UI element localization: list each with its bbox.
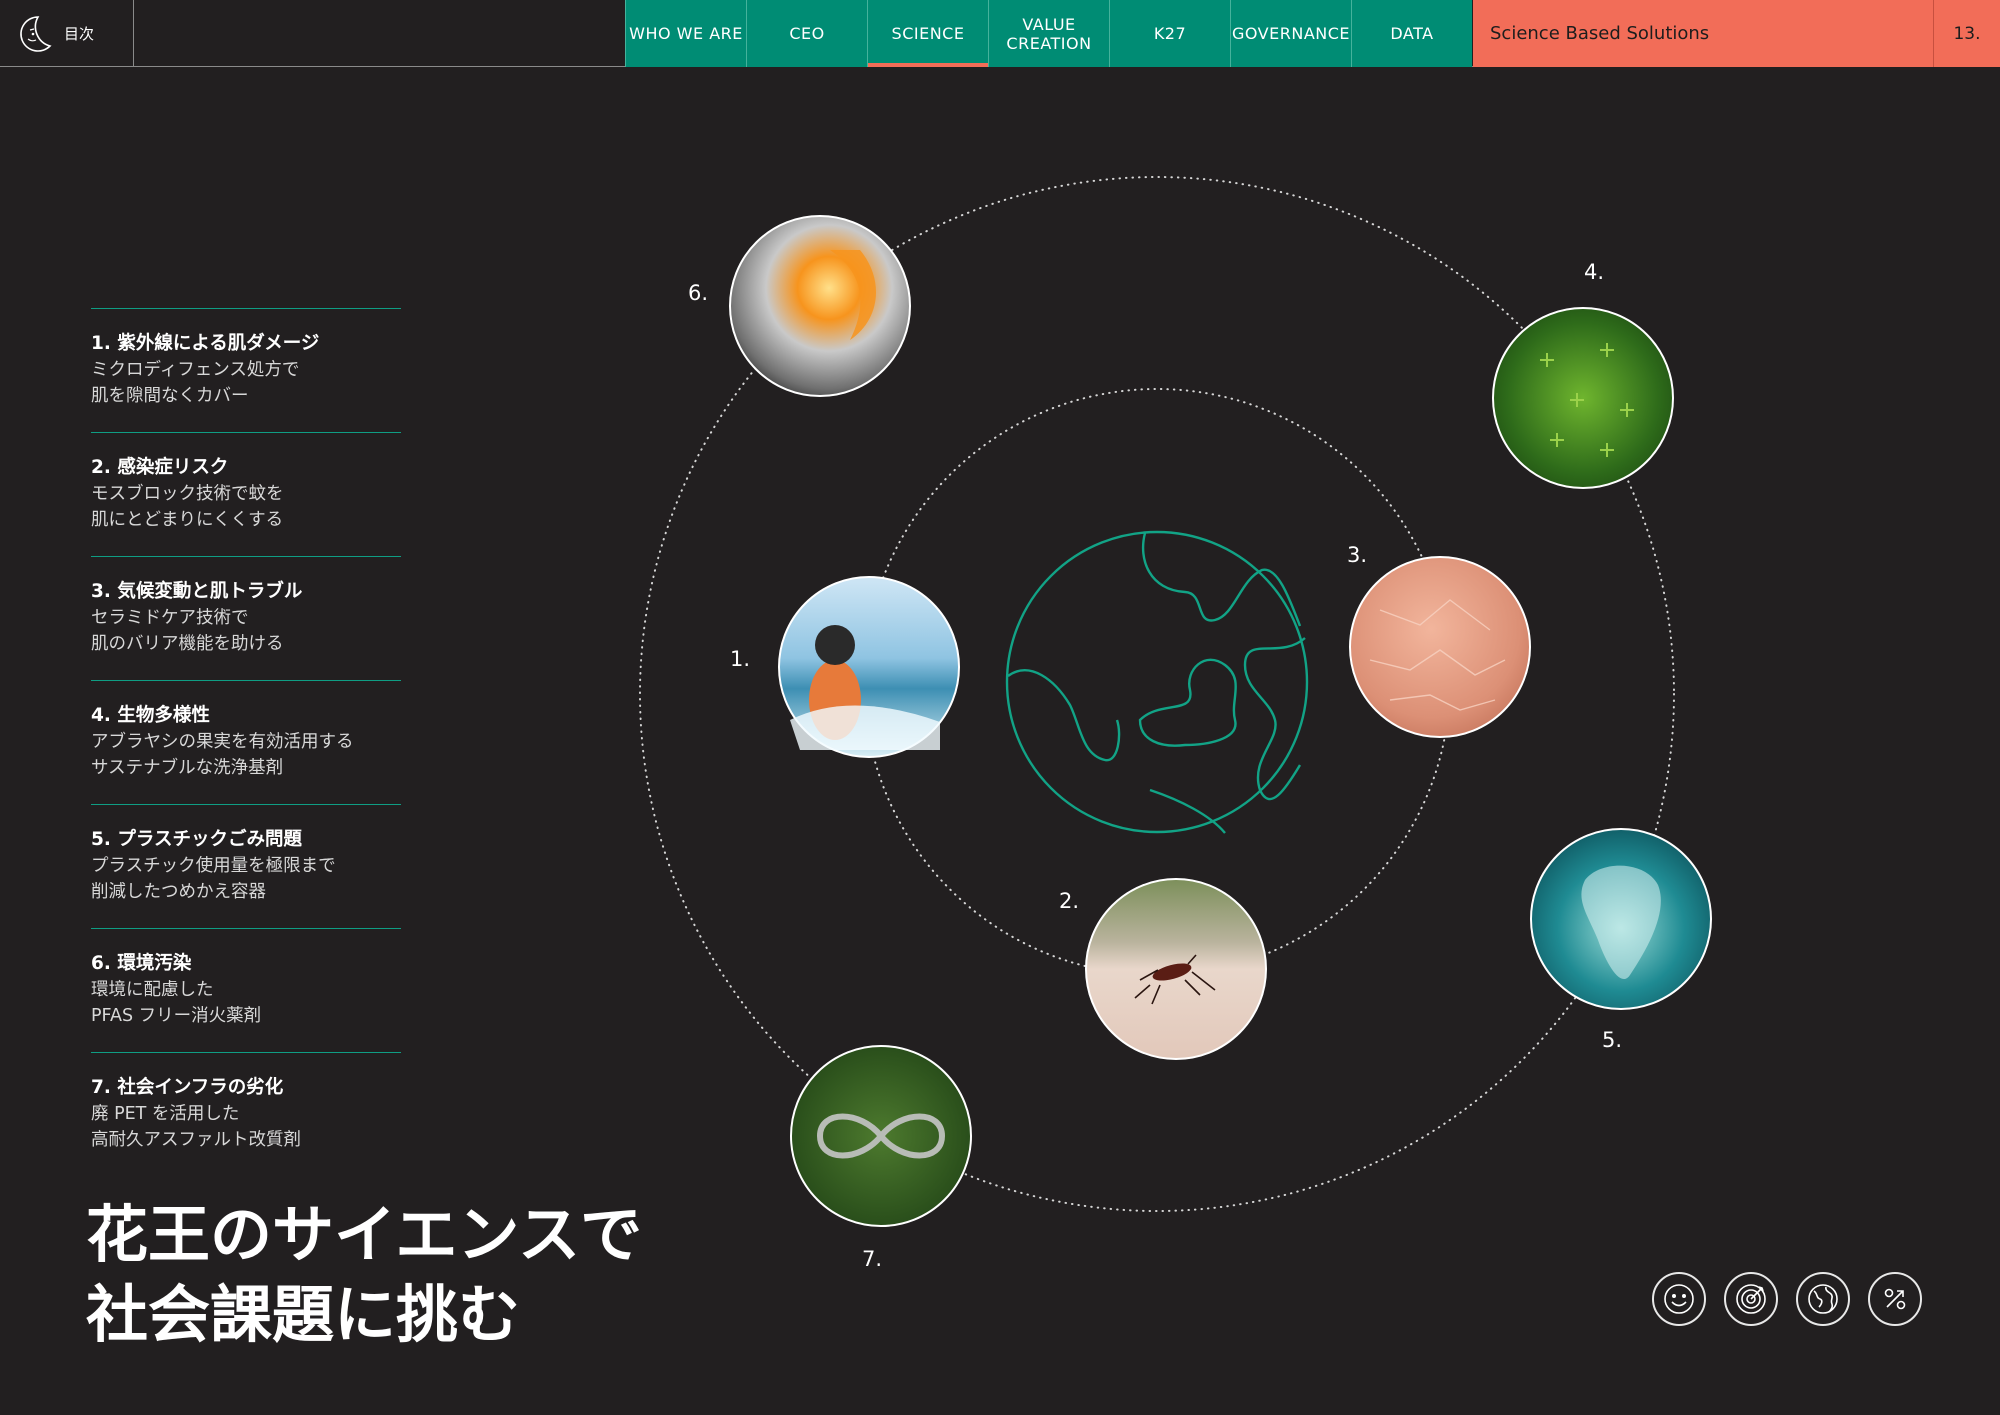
list-item[interactable]: 2. 感染症リスク モスブロック技術で蚊を 肌にとどまりにくくする xyxy=(91,432,401,556)
nav-who-we-are[interactable]: WHO WE ARE xyxy=(625,0,746,67)
label-7: 7. xyxy=(862,1247,882,1271)
label-3: 3. xyxy=(1347,543,1367,567)
toc-label: 目次 xyxy=(64,25,95,43)
nav-data[interactable]: DATA xyxy=(1351,0,1472,67)
table-of-contents-button[interactable]: 目次 xyxy=(0,0,134,67)
nav-value-creation[interactable]: VALUE CREATION xyxy=(988,0,1109,67)
list-item[interactable]: 5. プラスチックごみ問題 プラスチック使用量を極限まで 削減したつめかえ容器 xyxy=(91,804,401,928)
globe-icon[interactable] xyxy=(1796,1272,1850,1326)
issue-description: アブラヤシの果実を有効活用する サステナブルな洗浄基剤 xyxy=(91,732,354,778)
issue-title: 1. 紫外線による肌ダメージ xyxy=(91,333,320,354)
issue-description: モスブロック技術で蚊を 肌にとどまりにくくする xyxy=(91,484,284,530)
nav-science[interactable]: SCIENCE xyxy=(867,0,988,67)
main-nav: WHO WE ARE CEO SCIENCE VALUE CREATION K2… xyxy=(625,0,1472,67)
nav-ceo[interactable]: CEO xyxy=(746,0,867,67)
photo-child-at-beach[interactable] xyxy=(778,576,960,758)
label-4: 4. xyxy=(1584,260,1604,284)
smile-icon[interactable] xyxy=(1652,1272,1706,1326)
issue-description: ミクロディフェンス処方で 肌を隙間なくカバー xyxy=(91,360,300,406)
page-number: 13. xyxy=(1933,0,2000,67)
globe-icon xyxy=(1005,530,1309,834)
label-1: 1. xyxy=(730,647,750,671)
nav-k27[interactable]: K27 xyxy=(1109,0,1230,67)
list-item[interactable]: 4. 生物多様性 アブラヤシの果実を有効活用する サステナブルな洗浄基剤 xyxy=(91,680,401,804)
photo-fire-and-foam[interactable] xyxy=(729,215,911,397)
photo-plastic-bag-in-ocean[interactable] xyxy=(1530,828,1712,1010)
issue-description: セラミドケア技術で 肌のバリア機能を助ける xyxy=(91,608,284,654)
issue-title: 7. 社会インフラの劣化 xyxy=(91,1077,284,1098)
photo-oil-palm-forest[interactable] xyxy=(1492,307,1674,489)
issue-description: プラスチック使用量を極限まで 削減したつめかえ容器 xyxy=(91,856,336,902)
issue-list: 1. 紫外線による肌ダメージ ミクロディフェンス処方で 肌を隙間なくカバー 2.… xyxy=(91,308,401,1176)
label-6: 6. xyxy=(688,281,708,305)
list-item[interactable]: 1. 紫外線による肌ダメージ ミクロディフェンス処方で 肌を隙間なくカバー xyxy=(91,308,401,432)
list-item[interactable]: 7. 社会インフラの劣化 廃 PET を活用した 高耐久アスファルト改質剤 xyxy=(91,1052,401,1176)
section-title: Science Based Solutions xyxy=(1473,0,1933,67)
issue-title: 3. 気候変動と肌トラブル xyxy=(91,581,303,602)
issue-title: 6. 環境汚染 xyxy=(91,953,192,974)
photo-dry-skin-closeup[interactable] xyxy=(1349,556,1531,738)
label-2: 2. xyxy=(1059,889,1079,913)
photo-infinity-road[interactable] xyxy=(790,1045,972,1227)
nav-governance[interactable]: GOVERNANCE xyxy=(1230,0,1351,67)
bottom-icon-row xyxy=(1652,1272,1922,1326)
issue-description: 環境に配慮した PFAS フリー消火薬剤 xyxy=(91,980,262,1026)
target-icon[interactable] xyxy=(1724,1272,1778,1326)
issue-title: 5. プラスチックごみ問題 xyxy=(91,829,302,850)
moon-logo-icon xyxy=(20,15,52,52)
photo-mosquito-on-skin[interactable] xyxy=(1085,878,1267,1060)
list-item[interactable]: 3. 気候変動と肌トラブル セラミドケア技術で 肌のバリア機能を助ける xyxy=(91,556,401,680)
page-headline: 花王のサイエンスで 社会課題に挑む xyxy=(86,1198,643,1351)
label-5: 5. xyxy=(1602,1028,1622,1052)
top-navigation-bar: 目次 WHO WE ARE CEO SCIENCE VALUE CREATION… xyxy=(0,0,2000,67)
issue-description: 廃 PET を活用した 高耐久アスファルト改質剤 xyxy=(91,1104,301,1150)
issue-title: 4. 生物多様性 xyxy=(91,705,210,726)
list-item[interactable]: 6. 環境汚染 環境に配慮した PFAS フリー消火薬剤 xyxy=(91,928,401,1052)
issue-title: 2. 感染症リスク xyxy=(91,457,229,478)
growth-percent-icon[interactable] xyxy=(1868,1272,1922,1326)
